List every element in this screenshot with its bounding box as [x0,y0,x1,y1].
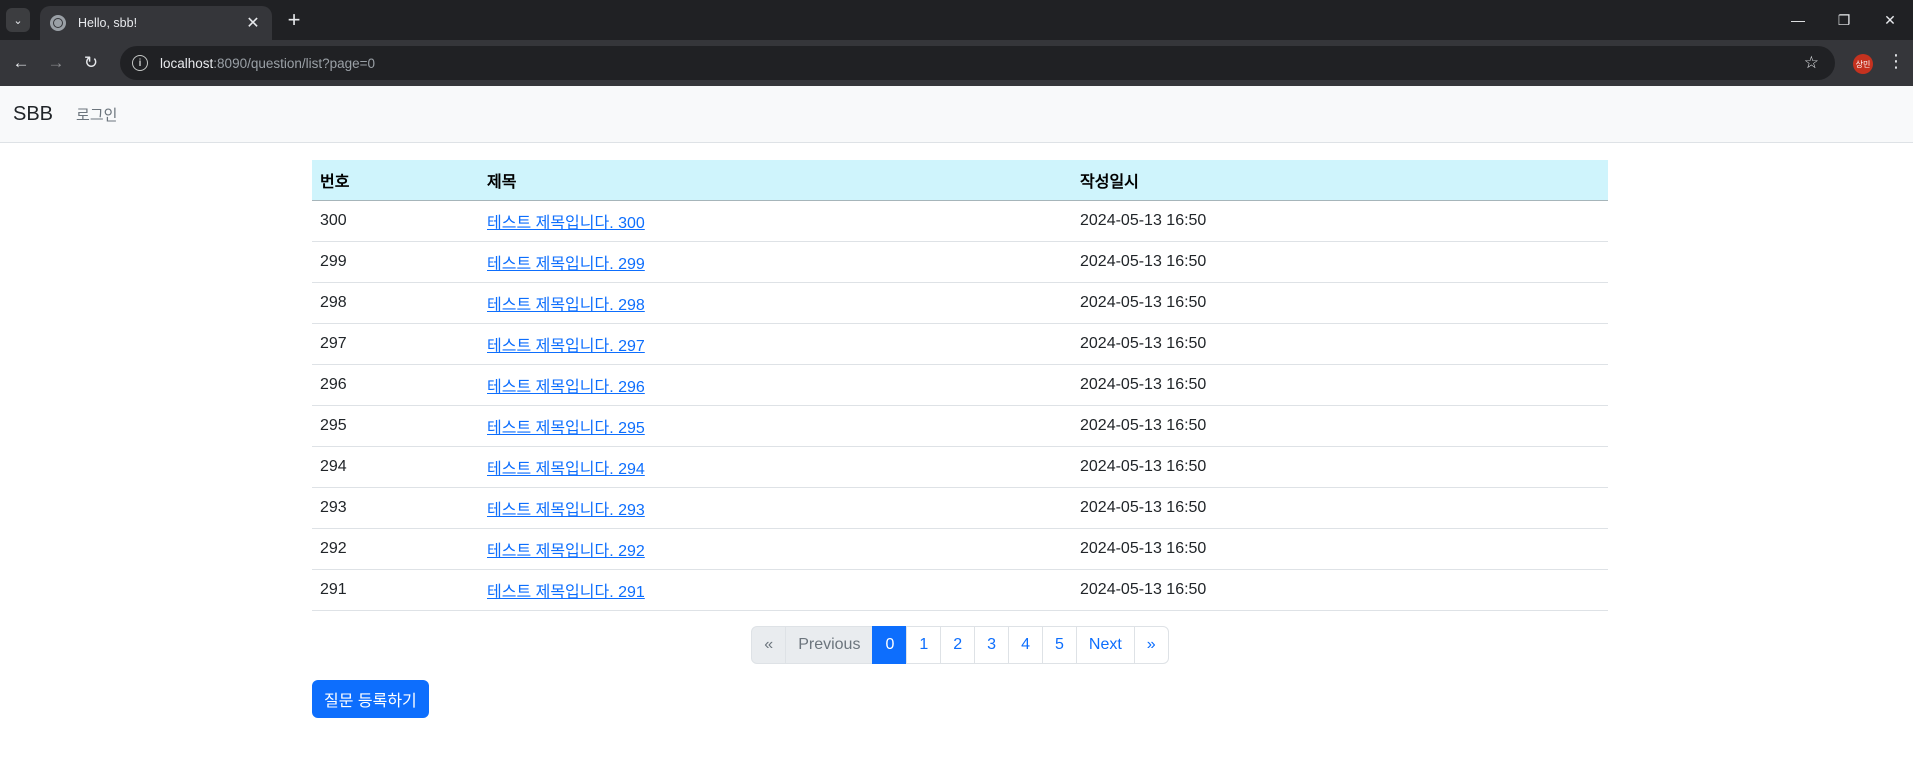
table-header: 번호 제목 작성일시 [312,160,1608,201]
question-subject-cell: 테스트 제목입니다. 300 [479,200,1072,242]
question-number: 291 [312,569,479,611]
page-item[interactable]: 5 [1041,625,1077,664]
question-number: 300 [312,200,479,242]
browser-tabstrip: ⌄ Hello, sbb! ✕ + — ❐ ✕ [0,0,1913,40]
question-number: 295 [312,405,479,447]
header-subject: 제목 [479,160,1072,201]
tab-close-icon[interactable]: ✕ [244,13,262,33]
forward-arrow-icon[interactable]: → [39,46,73,80]
table-body: 300 테스트 제목입니다. 300 2024-05-13 16:50 299 테스트 … [312,200,1608,611]
question-created-date: 2024-05-13 16:50 [1072,528,1608,570]
page-item[interactable]: 0 [872,625,908,664]
question-created-date: 2024-05-13 16:50 [1072,569,1608,611]
url-host: localhost [160,55,214,71]
table-row: 297 테스트 제목입니다. 297 2024-05-13 16:50 [312,323,1608,365]
question-subject-cell: 테스트 제목입니다. 294 [479,446,1072,488]
question-subject-link[interactable]: 테스트 제목입니다. 297 [487,338,645,355]
question-subject-link[interactable]: 테스트 제목입니다. 299 [487,256,645,273]
question-number: 293 [312,487,479,529]
site-navbar: SBB 로그인 [0,86,1913,143]
question-number: 294 [312,446,479,488]
page-item[interactable]: 3 [974,625,1010,664]
question-number: 299 [312,241,479,283]
header-created-date: 작성일시 [1072,160,1608,201]
question-subject-link[interactable]: 테스트 제목입니다. 298 [487,297,645,314]
page-item[interactable]: 1 [906,625,942,664]
question-created-date: 2024-05-13 16:50 [1072,364,1608,406]
create-question-button[interactable]: 질문 등록하기 [312,679,429,718]
pagination: «Previous 0 1 2 3 4 5 Next» [312,625,1608,664]
question-created-date: 2024-05-13 16:50 [1072,200,1608,242]
question-subject-cell: 테스트 제목입니다. 298 [479,282,1072,324]
question-subject-link[interactable]: 테스트 제목입니다. 295 [487,420,645,437]
table-row: 300 테스트 제목입니다. 300 2024-05-13 16:50 [312,200,1608,242]
browser-tab[interactable]: Hello, sbb! ✕ [40,6,272,40]
url-path: :8090/question/list?page=0 [213,55,376,71]
table-row: 293 테스트 제목입니다. 293 2024-05-13 16:50 [312,487,1608,529]
header-number: 번호 [312,160,479,201]
question-subject-link[interactable]: 테스트 제목입니다. 296 [487,379,645,396]
question-list-container: 번호 제목 작성일시 300 테스트 제목입니다. 300 2024-05-13 1… [312,160,1608,718]
table-row: 291 테스트 제목입니다. 291 2024-05-13 16:50 [312,569,1608,611]
profile-avatar[interactable]: 상민 [1853,54,1873,74]
table-row: 292 테스트 제목입니다. 292 2024-05-13 16:50 [312,528,1608,570]
table-row: 295 테스트 제목입니다. 295 2024-05-13 16:50 [312,405,1608,447]
page-item[interactable]: » [1133,625,1169,664]
page-item[interactable]: 4 [1008,625,1043,664]
tab-search-chevron-icon[interactable]: ⌄ [6,8,30,32]
question-subject-cell: 테스트 제목입니다. 295 [479,405,1072,447]
question-number: 296 [312,364,479,406]
question-created-date: 2024-05-13 16:50 [1072,241,1608,283]
brand-link[interactable]: SBB [13,103,53,126]
question-created-date: 2024-05-13 16:50 [1072,487,1608,529]
table-row: 296 테스트 제목입니다. 296 2024-05-13 16:50 [312,364,1608,406]
tab-title: Hello, sbb! [78,16,138,30]
page-item[interactable]: 2 [940,625,976,664]
login-link[interactable]: 로그인 [76,104,117,125]
page-item: Previous [785,625,874,664]
question-created-date: 2024-05-13 16:50 [1072,323,1608,365]
question-subject-cell: 테스트 제목입니다. 292 [479,528,1072,570]
window-close-icon[interactable]: ✕ [1867,0,1913,40]
question-subject-cell: 테스트 제목입니다. 299 [479,241,1072,283]
address-bar[interactable]: i localhost:8090/question/list?page=0 ☆ [120,46,1835,80]
question-subject-link[interactable]: 테스트 제목입니다. 294 [487,461,645,478]
browser-toolbar: ← → ↻ i localhost:8090/question/list?pag… [0,40,1913,86]
table-row: 298 테스트 제목입니다. 298 2024-05-13 16:50 [312,282,1608,324]
question-subject-cell: 테스트 제목입니다. 297 [479,323,1072,365]
question-subject-link[interactable]: 테스트 제목입니다. 300 [487,215,645,232]
table-row: 294 테스트 제목입니다. 294 2024-05-13 16:50 [312,446,1608,488]
question-subject-link[interactable]: 테스트 제목입니다. 292 [487,543,645,560]
question-number: 292 [312,528,479,570]
site-info-icon[interactable]: i [132,55,148,71]
question-created-date: 2024-05-13 16:50 [1072,405,1608,447]
question-number: 297 [312,323,479,365]
question-created-date: 2024-05-13 16:50 [1072,446,1608,488]
back-arrow-icon[interactable]: ← [4,46,38,80]
reload-icon[interactable]: ↻ [74,46,108,80]
page-item: « [751,625,787,664]
question-subject-link[interactable]: 테스트 제목입니다. 293 [487,502,645,519]
question-number: 298 [312,282,479,324]
question-subject-cell: 테스트 제목입니다. 293 [479,487,1072,529]
question-created-date: 2024-05-13 16:50 [1072,282,1608,324]
question-subject-link[interactable]: 테스트 제목입니다. 291 [487,584,645,601]
bookmark-star-icon[interactable]: ☆ [1804,53,1819,73]
minimize-icon[interactable]: — [1775,0,1821,40]
question-subject-cell: 테스트 제목입니다. 291 [479,569,1072,611]
window-controls: — ❐ ✕ [1775,0,1913,40]
table-row: 299 테스트 제목입니다. 299 2024-05-13 16:50 [312,241,1608,283]
browser-menu-icon[interactable]: ⋮ [1887,51,1905,71]
globe-icon [50,15,66,31]
question-table: 번호 제목 작성일시 300 테스트 제목입니다. 300 2024-05-13 1… [312,160,1608,611]
new-tab-plus-icon[interactable]: + [283,9,305,31]
page-item[interactable]: Next [1075,625,1135,664]
question-subject-cell: 테스트 제목입니다. 296 [479,364,1072,406]
restore-icon[interactable]: ❐ [1821,0,1867,40]
